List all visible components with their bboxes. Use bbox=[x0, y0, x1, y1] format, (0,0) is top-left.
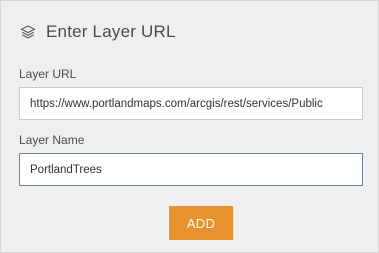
layer-url-input[interactable] bbox=[19, 87, 363, 120]
add-layer-panel: Enter Layer URL Layer URL Layer Name ADD bbox=[0, 0, 379, 253]
layer-url-label: Layer URL bbox=[19, 67, 77, 81]
layer-name-input[interactable] bbox=[19, 153, 363, 186]
layers-icon bbox=[19, 23, 37, 41]
layer-name-label: Layer Name bbox=[19, 133, 85, 147]
panel-title: Enter Layer URL bbox=[46, 22, 176, 41]
panel-header: Enter Layer URL bbox=[19, 19, 176, 45]
add-button[interactable]: ADD bbox=[169, 206, 233, 240]
